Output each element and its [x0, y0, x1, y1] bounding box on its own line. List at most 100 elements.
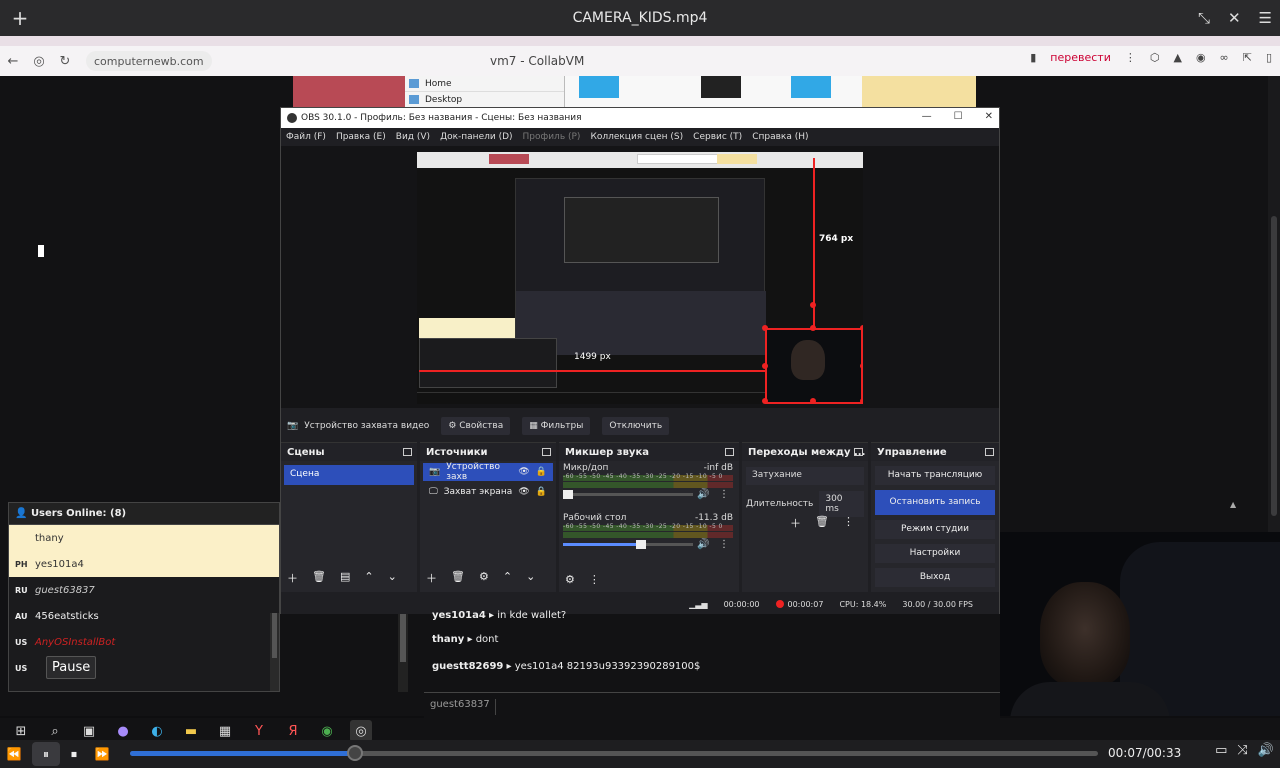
gear-icon[interactable]: ⚙	[479, 570, 489, 586]
reader-icon[interactable]: ◎	[26, 54, 52, 69]
duration-input[interactable]: 300 ms	[819, 491, 864, 517]
settings-button[interactable]: Настройки	[875, 544, 995, 563]
chat-scrollbar[interactable]	[398, 614, 408, 692]
transition-select[interactable]: Затухание	[746, 467, 864, 485]
obs-preview[interactable]: 764 px 1499 px	[281, 146, 999, 408]
obs-menu-item[interactable]: Вид (V)	[396, 132, 430, 142]
yandex-browser-icon[interactable]: Y	[248, 720, 270, 742]
obs-menu-item[interactable]: Сервис (T)	[693, 132, 742, 142]
picture-in-picture-icon[interactable]: ▭	[1215, 743, 1227, 758]
add-icon[interactable]: ＋	[426, 570, 437, 586]
extension-icon[interactable]: ▲	[1173, 51, 1181, 64]
close-icon[interactable]: ✕	[1228, 9, 1241, 27]
minimize-icon[interactable]: —	[922, 111, 932, 122]
lock-icon[interactable]: 🔒	[536, 487, 547, 497]
stop-icon[interactable]: ⏹	[60, 742, 88, 766]
plus-icon[interactable]: +	[0, 6, 40, 30]
more-icon[interactable]: ⋮	[843, 515, 854, 531]
folder-icon[interactable]	[579, 76, 619, 98]
obs-menu-item[interactable]: Профиль (P)	[523, 132, 581, 142]
folder-icon[interactable]: ▬	[180, 720, 202, 742]
windows-start-icon[interactable]: ⊞	[10, 720, 32, 742]
user-list-item[interactable]: RU guest63837	[9, 577, 279, 603]
chevron-down-icon[interactable]: ⌄	[388, 570, 397, 586]
scene-item[interactable]: Сцена	[284, 465, 414, 485]
user-list-item[interactable]: thany	[9, 525, 279, 551]
more-icon[interactable]: ⋮	[589, 573, 600, 586]
lock-icon[interactable]: 🔒	[536, 467, 547, 477]
chevron-up-icon[interactable]: ⌃	[364, 570, 373, 586]
chevron-down-icon[interactable]: ⌄	[526, 570, 535, 586]
add-icon[interactable]: ＋	[790, 515, 801, 531]
volume-slider[interactable]	[563, 490, 693, 499]
user-list-item[interactable]: PH yes101a4	[9, 551, 279, 577]
exit-button[interactable]: Выход	[875, 568, 995, 587]
users-scrollbar[interactable]	[270, 613, 279, 691]
extension-icon[interactable]: ∞	[1220, 51, 1229, 64]
share-icon[interactable]: ⇱	[1243, 51, 1252, 64]
sidebar-icon[interactable]: ▯	[1266, 51, 1272, 64]
obs-menu-item[interactable]: Правка (E)	[336, 132, 386, 142]
source-item[interactable]: 📷 Устройство захв 👁 🔒	[423, 462, 553, 482]
eye-icon[interactable]: 👁	[518, 467, 529, 477]
maximize-icon[interactable]: ☐	[954, 111, 963, 122]
dock-pin-icon[interactable]	[985, 448, 994, 456]
task-view-icon[interactable]: ▣	[78, 720, 100, 742]
seek-handle[interactable]	[346, 745, 363, 761]
folder-icon[interactable]	[791, 76, 831, 98]
speaker-icon[interactable]: 🔊	[697, 539, 709, 550]
add-icon[interactable]: ＋	[287, 570, 298, 586]
speaker-icon[interactable]: 🔊	[697, 489, 709, 500]
shuffle-icon[interactable]: ⤨	[1237, 743, 1247, 758]
search-icon[interactable]: ⌕	[44, 720, 66, 742]
start-streaming-button[interactable]: Начать трансляцию	[875, 466, 995, 485]
pause-button[interactable]: ⏸	[32, 742, 60, 766]
source-item[interactable]: 🖵 Захват экрана 👁 🔒	[423, 483, 553, 501]
yandex-icon[interactable]: Я	[282, 720, 304, 742]
trash-icon[interactable]: 🗑	[451, 570, 465, 586]
store-icon[interactable]: ▦	[214, 720, 236, 742]
chevron-up-icon[interactable]: ⌃	[503, 570, 512, 586]
extension-icon[interactable]: ◉	[1196, 51, 1206, 64]
close-icon[interactable]: ✕	[985, 111, 993, 122]
copilot-icon[interactable]: ●	[112, 720, 134, 742]
dock-pin-icon[interactable]	[725, 448, 734, 456]
dock-pin-icon[interactable]	[542, 448, 551, 456]
filters-button[interactable]: ▦ Фильтры	[522, 417, 591, 435]
volume-icon[interactable]: 🔊	[1258, 743, 1274, 758]
reload-icon[interactable]: ↻	[52, 54, 78, 69]
volume-slider[interactable]	[563, 540, 693, 549]
obs-menu-item[interactable]: Док-панели (D)	[440, 132, 512, 142]
chat-input-bar[interactable]: guest63837	[424, 692, 1000, 718]
selected-source-bounding-box[interactable]	[765, 328, 863, 404]
folder-icon[interactable]	[701, 76, 741, 98]
trash-icon[interactable]: 🗑	[815, 515, 829, 531]
address-bar[interactable]: computernewb.com	[86, 51, 212, 71]
menu-icon[interactable]: ☰	[1259, 9, 1272, 27]
back-icon[interactable]: ←	[0, 54, 26, 69]
scroll-up-icon[interactable]: ▲	[1230, 500, 1244, 530]
obs-menu-item[interactable]: Файл (F)	[286, 132, 326, 142]
rewind-icon[interactable]: ⏪	[0, 742, 28, 766]
chrome-icon[interactable]: ◉	[316, 720, 338, 742]
filter-icon[interactable]: ▤	[340, 570, 350, 586]
translate-button[interactable]: перевести	[1050, 51, 1111, 64]
dock-pin-icon[interactable]	[403, 448, 412, 456]
sidebar-item-desktop[interactable]: Desktop	[405, 92, 564, 108]
user-list-item[interactable]: US AnyOSInstallBot	[9, 629, 279, 655]
stop-recording-button[interactable]: Остановить запись	[875, 490, 995, 515]
disconnect-button[interactable]: Отключить	[602, 417, 670, 435]
properties-button[interactable]: ⚙ Свойства	[441, 417, 511, 435]
obs-menu-item[interactable]: Коллекция сцен (S)	[590, 132, 683, 142]
fast-forward-icon[interactable]: ⏩	[88, 742, 116, 766]
more-icon[interactable]: ⋮	[719, 539, 729, 550]
bookmark-icon[interactable]: ▮	[1030, 51, 1036, 64]
seek-bar[interactable]	[130, 745, 1098, 761]
dock-pin-icon[interactable]	[854, 448, 863, 456]
eye-icon[interactable]: 👁	[518, 487, 529, 497]
gear-icon[interactable]: ⚙	[565, 573, 575, 586]
trash-icon[interactable]: 🗑	[312, 570, 326, 586]
user-list-item[interactable]: AU 456eatsticks	[9, 603, 279, 629]
studio-mode-button[interactable]: Режим студии	[875, 520, 995, 539]
obs-menu-item[interactable]: Справка (H)	[752, 132, 808, 142]
